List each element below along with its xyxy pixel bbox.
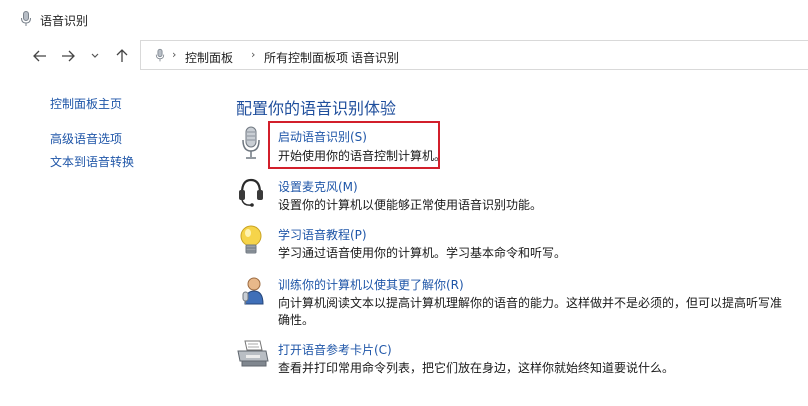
chevron-right-icon[interactable]: › bbox=[251, 48, 255, 61]
printer-icon bbox=[236, 339, 270, 371]
microphone-icon bbox=[20, 11, 32, 31]
navigation-bar: › 控制面板 › 所有控制面板项 › 语音识别 bbox=[0, 40, 808, 72]
title-bar: 语音识别 bbox=[0, 0, 808, 40]
speech-reference-card-desc: 查看并打印常用命令列表，把它们放在身边，这样你就始终知道要说什么。 bbox=[278, 361, 675, 375]
microphone-icon bbox=[236, 126, 266, 159]
highlight-box bbox=[268, 121, 440, 169]
chevron-down-icon bbox=[91, 53, 99, 58]
chevron-right-icon[interactable]: › bbox=[172, 48, 176, 61]
speech-tutorial-desc: 学习通过语音使用你的计算机。学习基本命令和听写。 bbox=[278, 246, 567, 260]
setup-microphone-link[interactable]: 设置麦克风(M) bbox=[278, 178, 358, 195]
user-training-icon bbox=[236, 274, 266, 306]
breadcrumb-control-panel[interactable]: 控制面板 bbox=[185, 49, 233, 66]
train-computer-link[interactable]: 训练你的计算机以使其更了解你(R) bbox=[278, 276, 464, 293]
recent-locations-button[interactable] bbox=[85, 46, 105, 66]
microphone-icon bbox=[155, 48, 165, 67]
speech-reference-card-link[interactable]: 打开语音参考卡片(C) bbox=[278, 341, 392, 358]
back-button[interactable] bbox=[30, 46, 50, 66]
sidebar-text-to-speech[interactable]: 文本到语音转换 bbox=[50, 153, 134, 170]
forward-button[interactable] bbox=[58, 46, 78, 66]
setup-microphone-desc: 设置你的计算机以便能够正常使用语音识别功能。 bbox=[278, 198, 543, 212]
arrow-right-icon bbox=[62, 50, 75, 62]
headset-icon bbox=[236, 176, 266, 208]
sidebar-home-link[interactable]: 控制面板主页 bbox=[50, 95, 122, 112]
arrow-left-icon bbox=[33, 50, 46, 62]
arrow-up-icon bbox=[116, 49, 128, 62]
lightbulb-icon bbox=[236, 224, 266, 256]
sidebar-advanced-speech-options[interactable]: 高级语音选项 bbox=[50, 130, 122, 147]
train-computer-desc: 向计算机阅读文本以提高计算机理解你的语音的能力。这样做并不是必须的，但可以提高听… bbox=[278, 296, 783, 327]
page-title: 配置你的语音识别体验 bbox=[236, 99, 397, 118]
chevron-right-icon[interactable]: › bbox=[339, 48, 343, 61]
breadcrumb-all-items[interactable]: 所有控制面板项 bbox=[264, 49, 348, 66]
window-title: 语音识别 bbox=[40, 14, 89, 28]
up-button[interactable] bbox=[112, 46, 132, 66]
speech-tutorial-link[interactable]: 学习语音教程(P) bbox=[278, 226, 367, 243]
breadcrumb-speech-recognition[interactable]: 语音识别 bbox=[351, 49, 399, 66]
address-bar[interactable]: › 控制面板 › 所有控制面板项 › 语音识别 bbox=[140, 40, 808, 70]
